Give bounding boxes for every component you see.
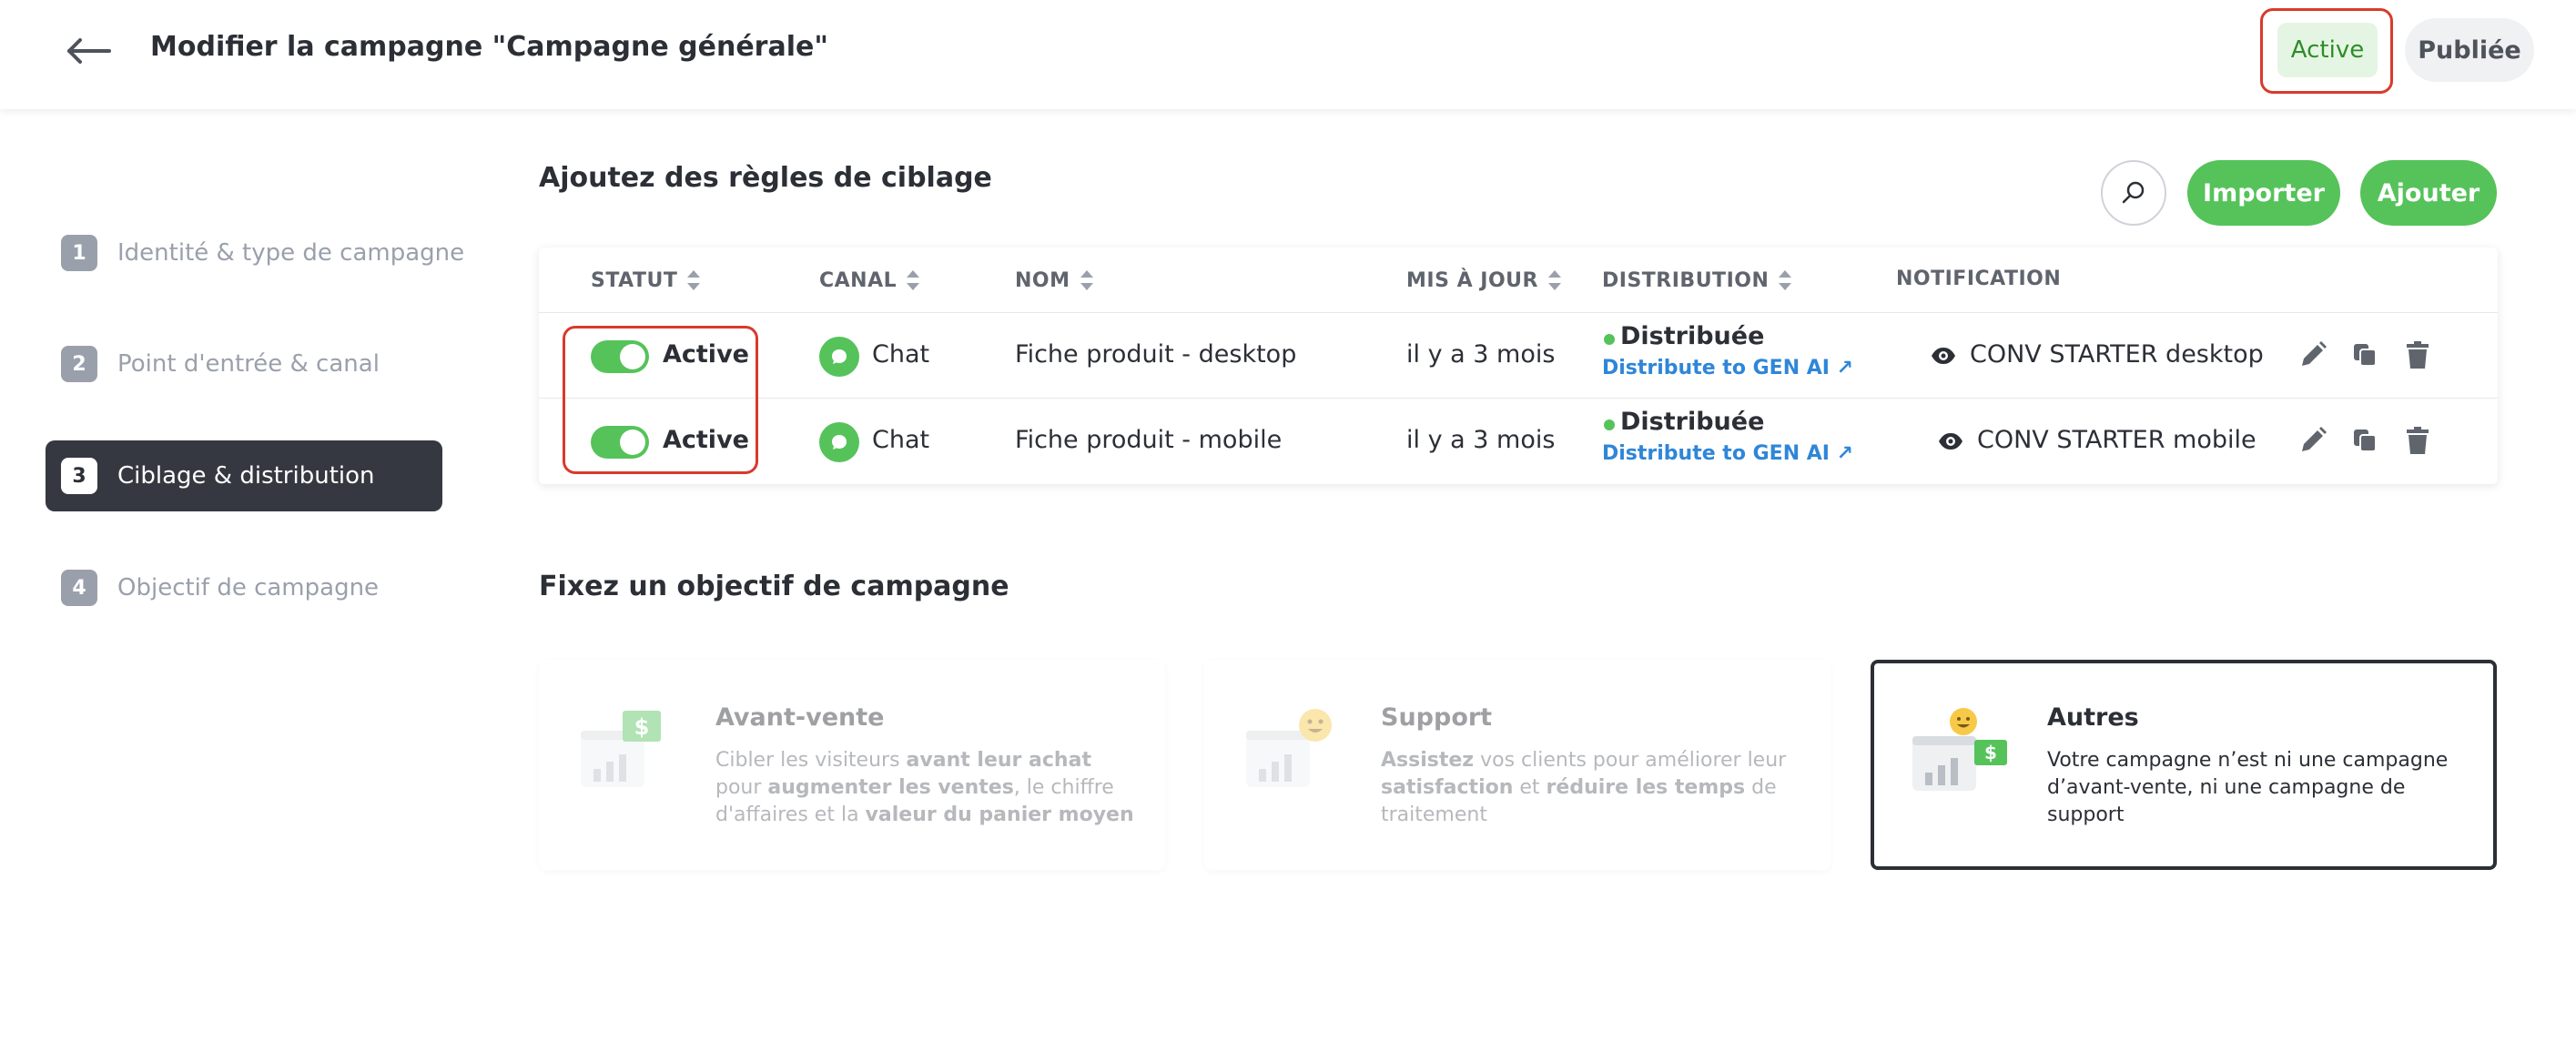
card-title: Avant-vente xyxy=(715,703,885,732)
distribution-status: Distribuée xyxy=(1620,322,1765,350)
sort-icon[interactable] xyxy=(906,268,920,293)
sidebar-step-identity[interactable]: 1 Identité & type de campagne xyxy=(46,217,464,288)
other-illustration-icon: $ xyxy=(1912,708,2007,791)
distributed-dot xyxy=(1604,334,1615,345)
col-header-name[interactable]: NOM xyxy=(1015,268,1094,293)
step-number: 4 xyxy=(61,570,97,606)
eye-icon[interactable] xyxy=(1930,343,1957,369)
sort-icon[interactable] xyxy=(686,268,701,293)
step-number: 2 xyxy=(61,346,97,382)
import-button[interactable]: Importer xyxy=(2187,160,2340,226)
updated-time: il y a 3 mois xyxy=(1406,426,1556,454)
sort-icon[interactable] xyxy=(1547,268,1562,293)
add-button[interactable]: Ajouter xyxy=(2360,160,2497,226)
delete-icon[interactable] xyxy=(2401,424,2434,457)
rule-name: Fiche produit - desktop xyxy=(1015,340,1297,369)
search-icon xyxy=(2122,181,2145,204)
support-illustration-icon xyxy=(1246,709,1332,787)
presale-illustration-icon: $ xyxy=(581,711,661,787)
table-row: Active Chat Fiche produit - desktop il y… xyxy=(539,313,2498,399)
channel-label: Chat xyxy=(872,426,930,454)
distribute-gen-ai-link[interactable]: Distribute to GEN AI ↗ xyxy=(1602,442,1853,465)
chat-icon xyxy=(819,337,859,377)
sort-icon[interactable] xyxy=(1778,268,1792,293)
top-header: Modifier la campagne "Campagne générale"… xyxy=(0,0,2576,109)
distributed-dot xyxy=(1604,419,1615,430)
card-title: Autres xyxy=(2047,703,2139,732)
distribution-status: Distribuée xyxy=(1620,408,1765,436)
sidebar-step-objective[interactable]: 4 Objectif de campagne xyxy=(46,552,442,623)
targeting-title: Ajoutez des règles de ciblage xyxy=(539,162,992,194)
col-header-status[interactable]: STATUT xyxy=(591,268,701,293)
status-published-badge[interactable]: Publiée xyxy=(2405,18,2534,82)
eye-icon[interactable] xyxy=(1937,429,1964,454)
card-title: Support xyxy=(1381,703,1493,732)
sidebar-step-targeting[interactable]: 3 Ciblage & distribution xyxy=(46,440,442,511)
chat-icon xyxy=(819,422,859,462)
step-label: Objectif de campagne xyxy=(117,574,380,601)
search-button[interactable] xyxy=(2101,160,2166,226)
objective-card-support[interactable]: Support Assistez vos clients pour amélio… xyxy=(1204,660,1831,870)
duplicate-icon[interactable] xyxy=(2348,339,2381,371)
distribute-gen-ai-link[interactable]: Distribute to GEN AI ↗ xyxy=(1602,357,1853,379)
card-description: Assistez vos clients pour améliorer leur… xyxy=(1381,749,1787,826)
rule-name: Fiche produit - mobile xyxy=(1015,426,1283,454)
sidebar-step-entry-point[interactable]: 2 Point d'entrée & canal xyxy=(46,328,442,399)
objective-title: Fixez un objectif de campagne xyxy=(539,571,1009,602)
objective-card-presale[interactable]: $ Avant-vente Cibler les visiteurs avant… xyxy=(539,660,1165,870)
col-header-updated[interactable]: MIS À JOUR xyxy=(1406,268,1562,293)
svg-text:$: $ xyxy=(634,714,650,740)
back-arrow-icon[interactable] xyxy=(62,25,117,76)
status-highlight-box xyxy=(563,326,758,474)
objective-card-other[interactable]: $ Autres Votre campagne n’est ni une cam… xyxy=(1871,660,2497,870)
sort-icon[interactable] xyxy=(1080,268,1094,293)
updated-time: il y a 3 mois xyxy=(1406,340,1556,369)
col-header-notification: NOTIFICATION xyxy=(1896,268,2062,290)
table-row: Active Chat Fiche produit - mobile il y … xyxy=(539,399,2498,484)
card-description: Votre campagne n’est ni une campagne d’a… xyxy=(2047,749,2449,826)
step-number: 1 xyxy=(61,235,97,271)
col-header-distribution[interactable]: DISTRIBUTION xyxy=(1602,268,1792,293)
step-number: 3 xyxy=(61,458,97,494)
card-description: Cibler les visiteurs avant leur achat po… xyxy=(715,749,1134,826)
edit-icon[interactable] xyxy=(2297,339,2329,371)
status-active-badge[interactable]: Active xyxy=(2277,23,2378,77)
notification-label: CONV STARTER desktop xyxy=(1970,340,2264,369)
targeting-rules-table: STATUT CANAL NOM MIS À JOUR DISTRIBUTION… xyxy=(539,248,2498,484)
svg-text:$: $ xyxy=(1984,742,1997,763)
step-label: Ciblage & distribution xyxy=(117,462,375,490)
col-header-channel[interactable]: CANAL xyxy=(819,268,920,293)
notification-label: CONV STARTER mobile xyxy=(1977,426,2257,454)
step-label: Point d'entrée & canal xyxy=(117,350,380,378)
step-label: Identité & type de campagne xyxy=(117,239,465,267)
delete-icon[interactable] xyxy=(2401,339,2434,371)
duplicate-icon[interactable] xyxy=(2348,424,2381,457)
edit-icon[interactable] xyxy=(2297,424,2329,457)
page-title: Modifier la campagne "Campagne générale" xyxy=(150,31,828,63)
table-header: STATUT CANAL NOM MIS À JOUR DISTRIBUTION… xyxy=(539,248,2498,313)
channel-label: Chat xyxy=(872,340,930,369)
